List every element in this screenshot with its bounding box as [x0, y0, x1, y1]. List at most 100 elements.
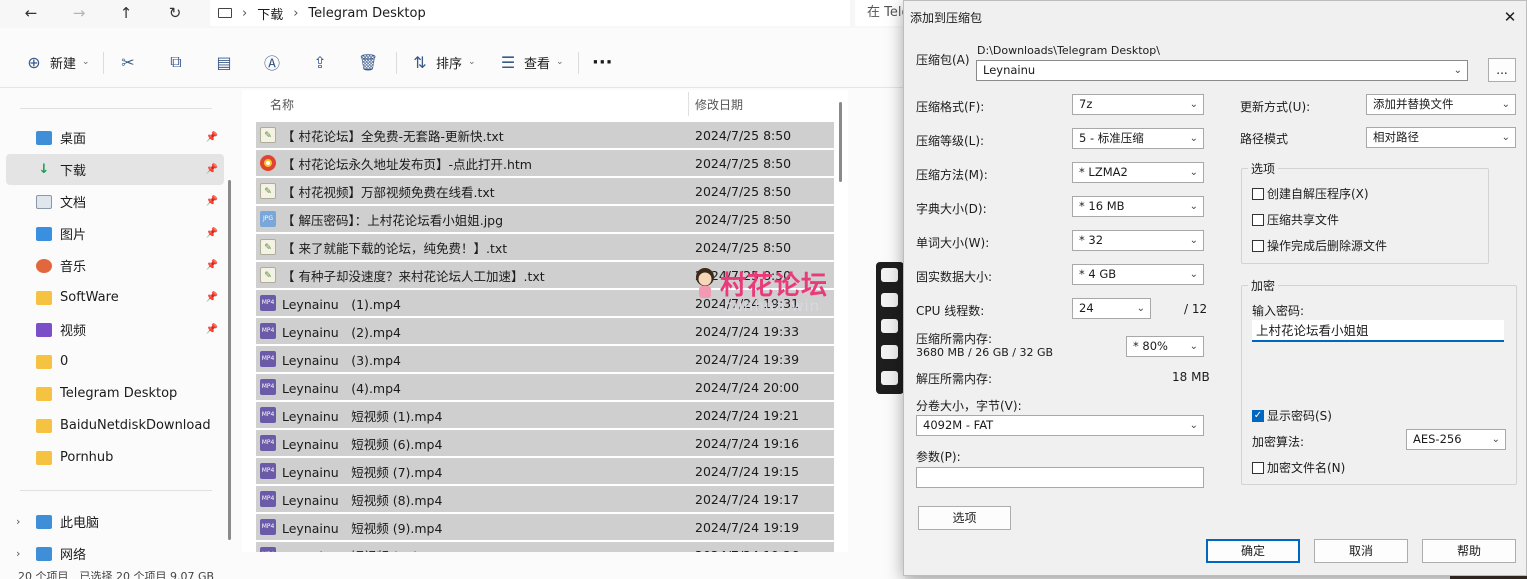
dict-label: 字典大小(D): [916, 202, 987, 216]
params-input[interactable] [916, 467, 1204, 488]
show-password-label: 显示密码(S) [1267, 409, 1332, 423]
share-icon: ⇪ [313, 52, 327, 72]
show-password-checkbox[interactable]: ✓ 显示密码(S) [1252, 407, 1332, 424]
enc-method-label: 加密算法: [1252, 435, 1305, 449]
word-select[interactable]: * 32 ⌄ [1072, 230, 1204, 251]
password-input[interactable]: 上村花论坛看小姐姐 [1252, 320, 1504, 342]
word-label: 单词大小(W): [916, 236, 990, 250]
forward-icon[interactable]: → [66, 2, 92, 24]
sidebar-item-label: 桌面 [60, 132, 87, 147]
scrollbar-thumb[interactable] [839, 102, 842, 182]
sidebar-item-label: 文档 [60, 196, 87, 211]
file-row[interactable]: MP4 Leynainu 短视频 (9).mp4 2024/7/24 19:19 [256, 514, 834, 540]
sidebar-item[interactable]: Telegram Desktop [6, 378, 224, 409]
scrollbar-thumb[interactable] [228, 180, 231, 540]
cut-button[interactable]: ✂ [118, 50, 138, 74]
close-icon[interactable]: ✕ [1500, 7, 1520, 27]
file-name: Leynainu 短视频 (6).mp4 [282, 436, 443, 452]
sidebar-item[interactable]: 图片 📌 [6, 218, 224, 249]
picture-icon [36, 226, 52, 241]
archive-name-value: Leynainu [983, 63, 1036, 77]
sidebar-item[interactable]: 视频 📌 [6, 314, 224, 345]
sidebar-item[interactable]: › 此电脑 [6, 506, 224, 537]
pathmode-select[interactable]: 相对路径 ⌄ [1366, 127, 1516, 148]
file-row[interactable]: MP4 Leynainu (4).mp4 2024/7/24 20:00 [256, 374, 834, 400]
shared-checkbox[interactable]: 压缩共享文件 [1252, 211, 1339, 228]
film-strip-icon [876, 262, 904, 394]
new-button[interactable]: ⊕ 新建 ⌄ [24, 50, 89, 74]
file-row[interactable]: MP4 Leynainu 短视频 (10).mp4 2024/7/24 19:26 [256, 542, 834, 552]
share-button[interactable]: ⇪ [310, 50, 330, 74]
delete-button[interactable]: 🗑 [358, 50, 378, 74]
sidebar-item[interactable]: 桌面 📌 [6, 122, 224, 153]
plus-circle-icon: ⊕ [27, 52, 41, 72]
file-row[interactable]: MP4 Leynainu (3).mp4 2024/7/24 19:39 [256, 346, 834, 372]
file-date: 2024/7/24 19:16 [695, 435, 800, 451]
format-value: 7z [1079, 97, 1093, 111]
file-row[interactable]: JPG 【 解压密码】：上村花论坛看小姐姐.jpg 2024/7/25 8:50 [256, 206, 834, 232]
mem-compress-label: 压缩所需内存: [916, 332, 993, 346]
file-row[interactable]: ✎ 【 来了就能下载的论坛，纯免费！】.txt 2024/7/25 8:50 [256, 234, 834, 260]
options-button[interactable]: 选项 [918, 506, 1011, 530]
file-name: 【 来了就能下载的论坛，纯免费！】.txt [282, 240, 508, 256]
copy-button[interactable]: ⧉ [166, 50, 186, 74]
sidebar-item[interactable]: ↓ 下载 📌 [6, 154, 224, 185]
archive-path: D:\Downloads\Telegram Desktop\ [977, 44, 1160, 57]
sidebar-item-label: Pornhub [60, 450, 114, 465]
file-row[interactable]: MP4 Leynainu 短视频 (1).mp4 2024/7/24 19:21 [256, 402, 834, 428]
more-button[interactable]: ··· [592, 50, 613, 74]
breadcrumb-item[interactable]: Telegram Desktop [308, 6, 425, 21]
sfx-checkbox[interactable]: 创建自解压程序(X) [1252, 185, 1369, 202]
refresh-icon[interactable]: ↻ [162, 2, 188, 24]
method-select[interactable]: * LZMA2 ⌄ [1072, 162, 1204, 183]
level-select[interactable]: 5 - 标准压缩 ⌄ [1072, 128, 1204, 149]
enc-method-select[interactable]: AES-256 ⌄ [1406, 429, 1506, 450]
update-select[interactable]: 添加并替换文件 ⌄ [1366, 94, 1516, 115]
folder-icon [36, 386, 52, 401]
dict-select[interactable]: * 16 MB ⌄ [1072, 196, 1204, 217]
file-row[interactable]: MP4 Leynainu (2).mp4 2024/7/24 19:33 [256, 318, 834, 344]
ok-button[interactable]: 确定 [1206, 539, 1300, 563]
cancel-button[interactable]: 取消 [1314, 539, 1408, 563]
encrypt-names-label: 加密文件名(N) [1267, 461, 1346, 475]
format-select[interactable]: 7z ⌄ [1072, 94, 1204, 115]
chevron-right-icon[interactable]: › [16, 547, 20, 560]
encrypt-names-checkbox[interactable]: 加密文件名(N) [1252, 459, 1345, 476]
browse-button[interactable]: ... [1488, 58, 1516, 82]
file-row[interactable]: 【 村花论坛永久地址发布页】-点此打开.htm 2024/7/25 8:50 [256, 150, 834, 176]
view-button[interactable]: ☰ 查看 ⌄ [498, 50, 564, 74]
sidebar-item[interactable]: 音乐 📌 [6, 250, 224, 281]
archive-name-combo[interactable]: Leynainu ⌄ [976, 60, 1468, 81]
up-icon[interactable]: ↑ [113, 2, 139, 24]
file-row[interactable]: ✎ 【 村花视频】万部视频免费在线看.txt 2024/7/25 8:50 [256, 178, 834, 204]
sidebar-item[interactable]: Pornhub [6, 442, 224, 473]
file-row[interactable]: MP4 Leynainu 短视频 (7).mp4 2024/7/24 19:15 [256, 458, 834, 484]
file-row[interactable]: ✎ 【 村花论坛】全免费-无套路-更新快.txt 2024/7/25 8:50 [256, 122, 834, 148]
mem-usage-select[interactable]: * 80% ⌄ [1126, 336, 1204, 357]
scissors-icon: ✂ [121, 52, 135, 72]
divider [103, 52, 104, 74]
split-select[interactable]: 4092M - FAT ⌄ [916, 415, 1204, 436]
chevron-down-icon: ⌄ [1501, 132, 1510, 143]
column-name[interactable]: 名称 [270, 96, 294, 113]
breadcrumb[interactable]: › 下载 › Telegram Desktop [210, 0, 850, 26]
file-date: 2024/7/25 8:50 [695, 155, 792, 171]
cpu-select[interactable]: 24 ⌄ [1072, 298, 1151, 319]
delete-after-checkbox[interactable]: 操作完成后删除源文件 [1252, 237, 1387, 254]
column-date[interactable]: 修改日期 [695, 96, 743, 113]
paste-button[interactable]: ▤ [214, 50, 234, 74]
sidebar-item[interactable]: 文档 📌 [6, 186, 224, 217]
back-icon[interactable]: ← [18, 2, 44, 24]
sidebar-item[interactable]: BaiduNetdiskDownload [6, 410, 224, 441]
sidebar-item[interactable]: 0 [6, 346, 224, 377]
file-row[interactable]: MP4 Leynainu 短视频 (8).mp4 2024/7/24 19:17 [256, 486, 834, 512]
sidebar-item[interactable]: › 网络 [6, 538, 224, 569]
sidebar-item[interactable]: SoftWare 📌 [6, 282, 224, 313]
sort-button[interactable]: ⇅ 排序 ⌄ [410, 50, 475, 74]
help-button[interactable]: 帮助 [1422, 539, 1516, 563]
breadcrumb-item[interactable]: 下载 [257, 4, 283, 23]
solid-select[interactable]: * 4 GB ⌄ [1072, 264, 1204, 285]
file-row[interactable]: MP4 Leynainu 短视频 (6).mp4 2024/7/24 19:16 [256, 430, 834, 456]
rename-button[interactable]: Ⓐ [262, 50, 282, 74]
chevron-right-icon[interactable]: › [16, 515, 20, 528]
